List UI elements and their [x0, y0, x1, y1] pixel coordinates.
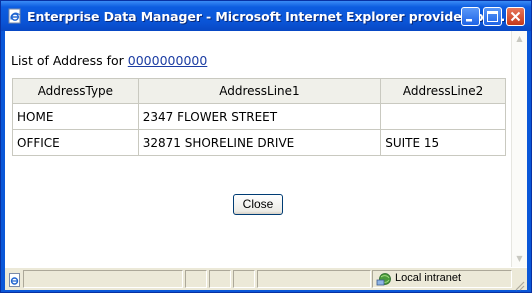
close-button[interactable]: Close	[233, 194, 283, 215]
status-bar: Local intranet	[5, 267, 527, 291]
local-intranet-icon	[376, 271, 392, 287]
address-list-heading: List of Address for 0000000000	[11, 53, 207, 68]
table-row: HOME 2347 FLOWER STREET	[12, 103, 506, 130]
list-label-text: List of Address for	[11, 53, 124, 68]
page-content: List of Address for 0000000000 AddressTy…	[5, 31, 527, 267]
cell-address-type: HOME	[12, 103, 139, 130]
status-pane-block	[233, 270, 255, 288]
table-header-row: AddressType AddressLine1 AddressLine2	[12, 78, 506, 104]
ie-page-icon	[7, 8, 23, 24]
cell-address-line2: SUITE 15	[380, 129, 506, 156]
status-pane-progress	[185, 270, 207, 288]
ie-page-icon	[8, 272, 22, 287]
column-header-addresstype: AddressType	[12, 78, 139, 104]
scroll-down-icon[interactable]: ▼	[512, 251, 527, 267]
column-header-addressline1: AddressLine1	[137, 78, 382, 104]
cell-address-line1: 2347 FLOWER STREET	[137, 103, 382, 130]
cell-address-type: OFFICE	[12, 129, 139, 156]
resize-grip-icon[interactable]	[513, 276, 525, 291]
window-title: Enterprise Data Manager - Microsoft Inte…	[27, 9, 510, 24]
status-pane-lock	[209, 270, 231, 288]
table-row: OFFICE 32871 SHORELINE DRIVE SUITE 15	[12, 129, 506, 156]
minimize-icon	[466, 19, 472, 22]
close-icon	[510, 11, 521, 22]
address-table: AddressType AddressLine1 AddressLine2 HO…	[12, 78, 506, 156]
account-number-link[interactable]: 0000000000	[128, 53, 208, 68]
status-pane-extra	[257, 270, 371, 288]
close-window-button[interactable]	[506, 7, 525, 26]
status-pane-message	[23, 270, 183, 288]
scroll-up-icon[interactable]: ▲	[512, 31, 527, 47]
title-bar[interactable]: Enterprise Data Manager - Microsoft Inte…	[1, 1, 531, 31]
cell-address-line2	[380, 103, 506, 130]
column-header-addressline2: AddressLine2	[380, 78, 506, 104]
vertical-scrollbar[interactable]: ▲ ▼	[511, 31, 527, 267]
security-zone-label: Local intranet	[395, 272, 462, 284]
browser-window: Enterprise Data Manager - Microsoft Inte…	[0, 0, 532, 293]
maximize-icon	[487, 11, 498, 22]
cell-address-line1: 32871 SHORELINE DRIVE	[137, 129, 382, 156]
maximize-button[interactable]	[483, 7, 502, 26]
minimize-button[interactable]	[461, 7, 480, 26]
